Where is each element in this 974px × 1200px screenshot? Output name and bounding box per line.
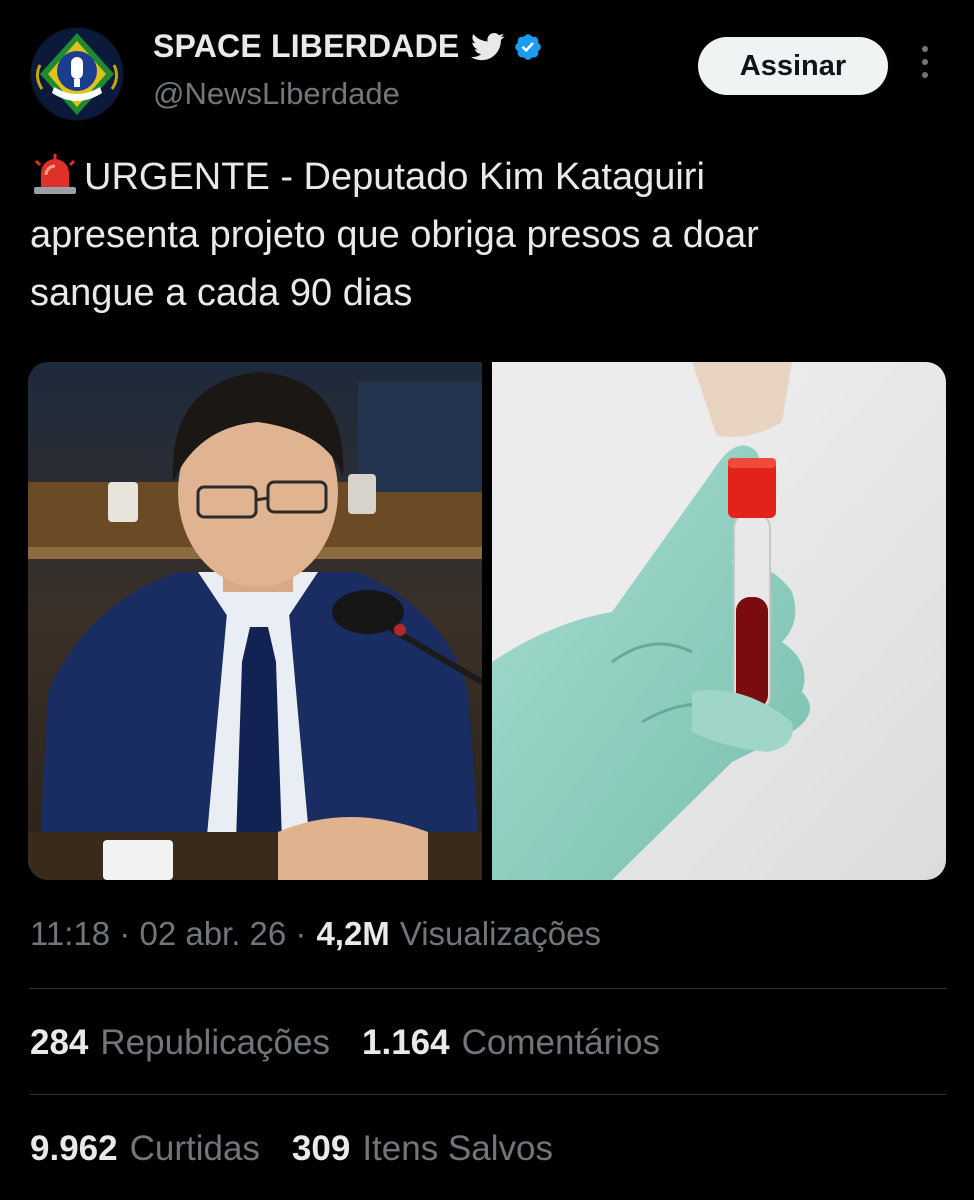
name-row: SPACE LIBERDADE	[153, 28, 543, 65]
divider	[30, 988, 946, 989]
twitter-bird-icon	[471, 32, 505, 62]
saves-stat[interactable]: 309 Itens Salvos	[292, 1129, 553, 1169]
comments-stat[interactable]: 1.164 Comentários	[362, 1023, 660, 1063]
more-options-icon[interactable]	[918, 46, 932, 86]
photo-blood-tube[interactable]	[492, 362, 946, 880]
likes-count: 9.962	[30, 1129, 118, 1168]
siren-emoji-icon	[30, 153, 80, 195]
tweet-media[interactable]	[28, 362, 946, 880]
verified-badge-icon	[513, 32, 543, 62]
likes-label: Curtidas	[129, 1129, 260, 1168]
views-count: 4,2M	[316, 915, 390, 952]
comments-label: Comentários	[461, 1023, 661, 1062]
saves-count: 309	[291, 1129, 351, 1168]
reposts-stat[interactable]: 284 Republicações	[30, 1023, 330, 1063]
account-handle[interactable]: @NewsLiberdade	[153, 76, 400, 112]
reposts-count: 284	[30, 1023, 89, 1062]
avatar-logo	[31, 28, 123, 120]
display-name[interactable]: SPACE LIBERDADE	[153, 28, 459, 65]
account-avatar[interactable]	[30, 27, 124, 121]
tweet-date[interactable]: 02 abr. 26	[139, 915, 286, 953]
saves-label: Itens Salvos	[362, 1129, 553, 1168]
photo-deputy[interactable]	[28, 362, 482, 880]
tweet-body: URGENTE - Deputado Kim Kataguiri apresen…	[30, 148, 950, 322]
comments-count: 1.164	[362, 1023, 450, 1062]
likes-stat[interactable]: 9.962 Curtidas	[30, 1129, 260, 1169]
tweet-text: URGENTE - Deputado Kim Kataguiri apresen…	[30, 156, 759, 314]
stats-row-reposts-comments: 284 Republicações 1.164 Comentários	[30, 1023, 660, 1063]
tweet-meta: 11:18 · 02 abr. 26 · 4,2M Visualizações	[30, 915, 601, 953]
meta-separator: ·	[286, 915, 307, 952]
tweet-header: SPACE LIBERDADE @NewsLiberdade Assinar	[0, 0, 974, 130]
reposts-label: Republicações	[100, 1023, 330, 1062]
views-label: Visualizações	[399, 915, 601, 952]
stats-row-likes-saves: 9.962 Curtidas 309 Itens Salvos	[30, 1129, 553, 1169]
meta-separator: ·	[110, 915, 140, 952]
divider	[30, 1094, 946, 1095]
follow-button[interactable]: Assinar	[698, 37, 888, 95]
tweet-time[interactable]: 11:18	[30, 915, 110, 953]
